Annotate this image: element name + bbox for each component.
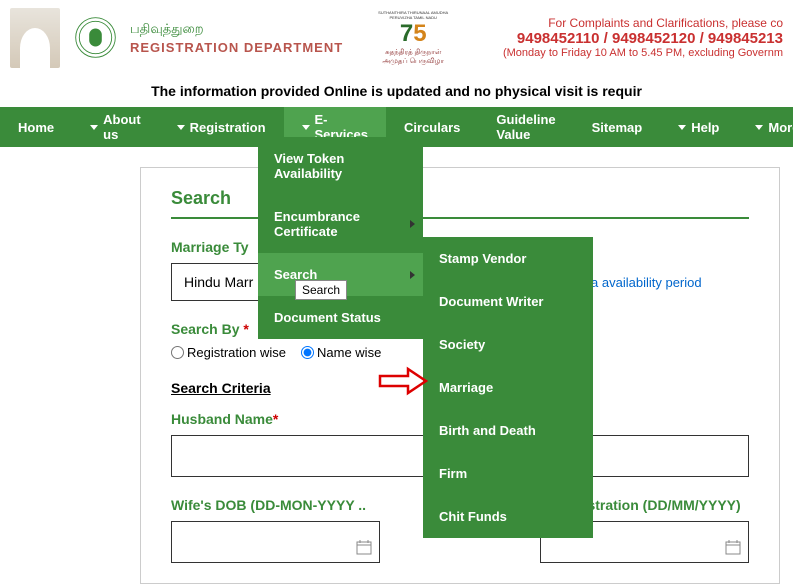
menu-encumbrance-cert[interactable]: Encumbrance Certificate <box>258 195 423 253</box>
complaints-phones: 9498452110 / 9498452120 / 949845213 <box>503 30 783 47</box>
dept-title-block: பதிவுத்துறை REGISTRATION DEPARTMENT <box>130 21 343 55</box>
menu-doc-status[interactable]: Document Status <box>258 296 423 339</box>
wife-dob-col: Wife's DOB (DD-MON-YYYY .. <box>171 497 380 563</box>
search-tooltip: Search <box>295 280 347 300</box>
nav-guideline[interactable]: Guideline Value <box>478 107 573 147</box>
nav-home[interactable]: Home <box>0 107 72 147</box>
info-marquee: The information provided Online is updat… <box>0 75 793 107</box>
complaints-info: For Complaints and Clarifications, pleas… <box>503 16 783 59</box>
search-submenu: Stamp Vendor Document Writer Society Mar… <box>423 237 593 538</box>
submenu-marriage[interactable]: Marriage <box>423 366 593 409</box>
submenu-document-writer[interactable]: Document Writer <box>423 280 593 323</box>
chevron-down-icon <box>755 125 763 130</box>
calendar-icon[interactable] <box>356 539 372 555</box>
submenu-chit-funds[interactable]: Chit Funds <box>423 495 593 538</box>
chevron-down-icon <box>90 125 98 130</box>
chevron-down-icon <box>177 125 185 130</box>
nav-help[interactable]: Help <box>660 107 737 147</box>
nav-more[interactable]: More <box>737 107 793 147</box>
dept-name-english: REGISTRATION DEPARTMENT <box>130 40 343 55</box>
nav-about[interactable]: About us <box>72 107 159 147</box>
nav-sitemap[interactable]: Sitemap <box>574 107 661 147</box>
submenu-birth-death[interactable]: Birth and Death <box>423 409 593 452</box>
radio-registration-wise[interactable]: Registration wise <box>171 345 286 360</box>
wife-dob-label: Wife's DOB (DD-MON-YYYY .. <box>171 497 380 513</box>
complaints-label: For Complaints and Clarifications, pleas… <box>503 16 783 30</box>
chevron-down-icon <box>302 125 310 130</box>
submenu-firm[interactable]: Firm <box>423 452 593 495</box>
radio-name-wise[interactable]: Name wise <box>301 345 381 360</box>
govt-emblem <box>70 13 120 63</box>
eservices-dropdown: View Token Availability Encumbrance Cert… <box>258 137 423 339</box>
submenu-stamp-vendor[interactable]: Stamp Vendor <box>423 237 593 280</box>
calendar-icon[interactable] <box>725 539 741 555</box>
submenu-society[interactable]: Society <box>423 323 593 366</box>
chevron-right-icon <box>410 271 415 279</box>
complaints-hours: (Monday to Friday 10 AM to 5.45 PM, excl… <box>503 47 783 59</box>
independence-75-emblem: SUTHANTHIRA THIRUNAAL AMUDHA PERUVIZHA T… <box>373 10 453 66</box>
chevron-down-icon <box>678 125 686 130</box>
chevron-right-icon <box>410 220 415 228</box>
dept-name-tamil: பதிவுத்துறை <box>130 21 343 38</box>
page-header: பதிவுத்துறை REGISTRATION DEPARTMENT SUTH… <box>0 0 793 75</box>
annotation-red-arrow-icon <box>378 366 428 396</box>
wife-dob-input[interactable] <box>171 521 380 563</box>
header-photo <box>10 8 60 68</box>
menu-view-token[interactable]: View Token Availability <box>258 137 423 195</box>
